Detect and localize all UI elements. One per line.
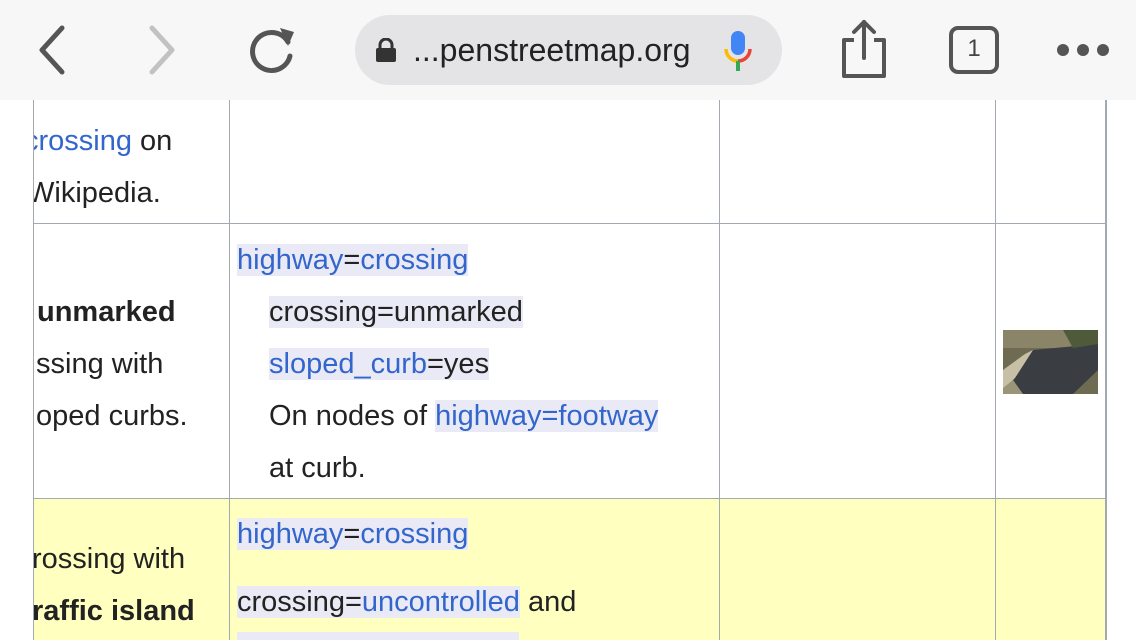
tag-equals: = [541, 400, 559, 432]
row-title: unmarked [37, 296, 176, 328]
tag-value-link[interactable]: footway [558, 400, 658, 432]
desc-text: rossing with [34, 533, 224, 585]
column-divider [719, 100, 720, 640]
tag-line-partial [237, 632, 519, 640]
wikipedia-link-line: crossing on [34, 115, 224, 167]
share-button[interactable] [834, 18, 894, 80]
desc-text: On nodes of [269, 400, 436, 432]
tag-value-link[interactable]: crossing [360, 518, 468, 550]
tag-equals: = [343, 518, 361, 550]
desc-text: Wikipedia. [34, 167, 224, 219]
more-dots-icon [1057, 44, 1109, 56]
row-title-text: raffic island [34, 595, 195, 627]
tag-crossing-unmarked: crossing=unmarked [269, 296, 523, 328]
desc-line: oped curbs. [36, 400, 188, 432]
crossing-photo [1003, 330, 1098, 394]
tab-count: 1 [967, 35, 981, 62]
table-border-right [1105, 100, 1107, 640]
desc-text: at curb. [269, 452, 366, 484]
desc-text-wikipedia: Wikipedia. [34, 177, 161, 209]
share-icon [842, 20, 886, 78]
tag-line: crossing=unmarked [269, 286, 523, 338]
address-bar[interactable]: ...penstreetmap.org [355, 15, 782, 85]
reload-button[interactable] [244, 20, 300, 78]
tag-value-link[interactable]: crossing [360, 244, 468, 276]
uncontrolled-link[interactable]: uncontrolled [362, 586, 520, 618]
reload-icon [250, 28, 294, 73]
browser-toolbar: ...penstreetmap.org 1 [0, 0, 1136, 100]
tag-key-link[interactable]: highway [237, 244, 343, 276]
forward-button[interactable] [138, 22, 184, 78]
tag-line: sloped_curb=yes [269, 338, 490, 390]
url-text: ...penstreetmap.org [413, 32, 691, 68]
row-title: raffic island [34, 585, 224, 637]
desc-text: and [519, 586, 577, 618]
page-content: crossing on Wikipedia. unmarked ssing wi… [0, 100, 1136, 640]
tag-line: On nodes of highway=footway [269, 390, 659, 442]
column-divider [229, 100, 230, 640]
desc-text: oped curbs. [34, 390, 224, 442]
desc-text: ssing with [34, 338, 224, 390]
lock-icon [376, 38, 396, 62]
back-button[interactable] [30, 22, 76, 78]
more-button[interactable] [1054, 36, 1112, 64]
tabs-button[interactable]: 1 [948, 25, 1000, 75]
tag-line: crossing=uncontrolled and [237, 576, 576, 628]
desc-line: ssing with [36, 348, 164, 380]
row-divider [34, 498, 1106, 499]
chevron-left-icon [39, 25, 65, 75]
crossing-wikipedia-link[interactable]: crossing [34, 125, 132, 157]
tag-highway-crossing: highway=crossing [237, 234, 469, 286]
column-divider [995, 100, 996, 640]
desc-text: on [132, 125, 173, 157]
tag-equals: = [343, 244, 361, 276]
sloped-curb-link[interactable]: sloped_curb [269, 348, 427, 380]
crossing-photo-thumbnail[interactable] [1003, 330, 1098, 394]
chevron-right-icon [149, 25, 175, 75]
tag-key: crossing= [237, 586, 362, 618]
tag-value: =yes [427, 348, 490, 380]
row-divider [34, 223, 1106, 224]
tag-key-link[interactable]: highway [435, 400, 541, 432]
desc-line: rossing with [34, 543, 186, 575]
tag-key-link[interactable]: highway [237, 518, 343, 550]
tag-highway-crossing: highway=crossing [237, 508, 469, 560]
microphone-icon[interactable] [723, 29, 753, 73]
